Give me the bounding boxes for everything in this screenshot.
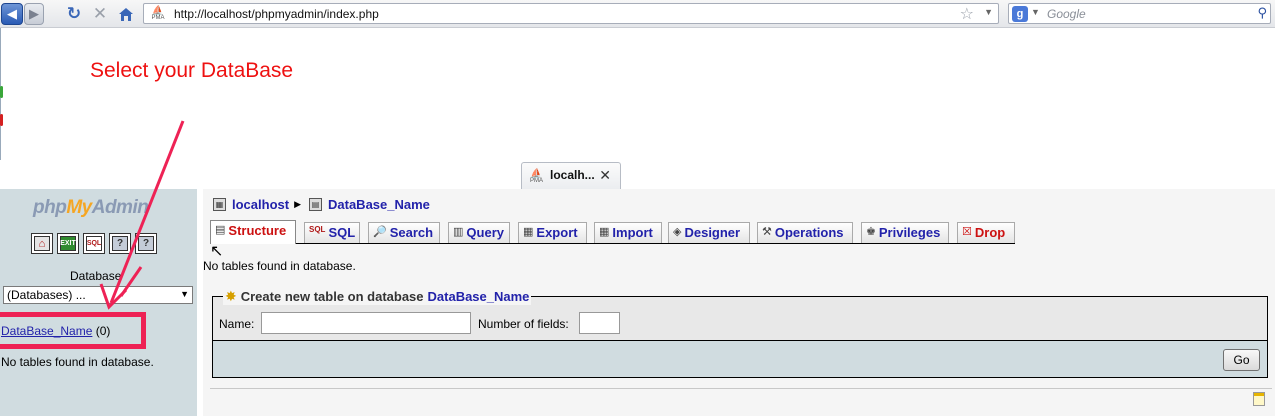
create-table-fieldset: ✸ Create new table on database DataBase_… — [212, 288, 1268, 340]
tab-operations[interactable]: ⚒ Operations — [757, 222, 853, 243]
main-frame: ▦ localhost ▶ ▤ DataBase_Name ▤ Structure… — [203, 189, 1275, 416]
go-button[interactable]: Go — [1223, 349, 1260, 371]
tab-privileges[interactable]: ♚ Privileges — [861, 222, 949, 243]
tab-drop[interactable]: ☒ Drop — [957, 222, 1015, 243]
breadcrumb-database-link[interactable]: DataBase_Name — [328, 197, 430, 212]
mouse-cursor-icon: ↖ — [210, 243, 224, 260]
tab-search[interactable]: 🔎 Search — [368, 222, 440, 243]
search-icon: 🔎 — [373, 226, 387, 238]
server-icon: ▦ — [213, 198, 226, 211]
designer-icon: ◈ — [673, 226, 682, 238]
number-of-fields-input[interactable] — [579, 312, 620, 334]
operations-icon: ⚒ — [762, 226, 772, 238]
breadcrumb-server-link[interactable]: localhost — [232, 197, 289, 212]
table-name-label: Name: — [219, 317, 255, 331]
tab-import[interactable]: ▦ Import — [594, 222, 662, 243]
create-table-footer: Go — [212, 340, 1268, 378]
breadcrumb: ▦ localhost ▶ ▤ DataBase_Name — [213, 197, 430, 212]
tab-sql[interactable]: SQL SQL — [304, 222, 360, 243]
tab-designer[interactable]: ◈ Designer — [668, 222, 750, 243]
tab-query[interactable]: ▥ Query — [448, 222, 510, 243]
sql-icon: SQL — [309, 225, 326, 234]
drop-icon: ☒ — [962, 226, 972, 238]
create-table-legend: ✸ Create new table on database DataBase_… — [223, 288, 532, 305]
privileges-icon: ♚ — [866, 226, 876, 238]
new-table-icon: ✸ — [225, 288, 237, 304]
number-of-fields-label: Number of fields: — [478, 317, 569, 331]
database-icon: ▤ — [309, 198, 322, 211]
legend-database-name: DataBase_Name — [427, 289, 530, 304]
documentation-icon[interactable] — [1253, 392, 1265, 406]
database-tabs: ▤ Structure SQL SQL 🔎 Search ▥ Query ▦ Export… — [210, 220, 1015, 244]
structure-icon: ▤ — [215, 224, 226, 236]
breadcrumb-separator-icon: ▶ — [294, 199, 301, 209]
divider — [210, 388, 1272, 389]
table-name-input[interactable] — [261, 312, 471, 334]
query-icon: ▥ — [453, 226, 464, 238]
tab-export[interactable]: ▦ Export — [518, 222, 587, 243]
no-tables-message: No tables found in database. — [203, 259, 356, 273]
import-icon: ▦ — [599, 226, 610, 238]
export-icon: ▦ — [523, 226, 534, 238]
